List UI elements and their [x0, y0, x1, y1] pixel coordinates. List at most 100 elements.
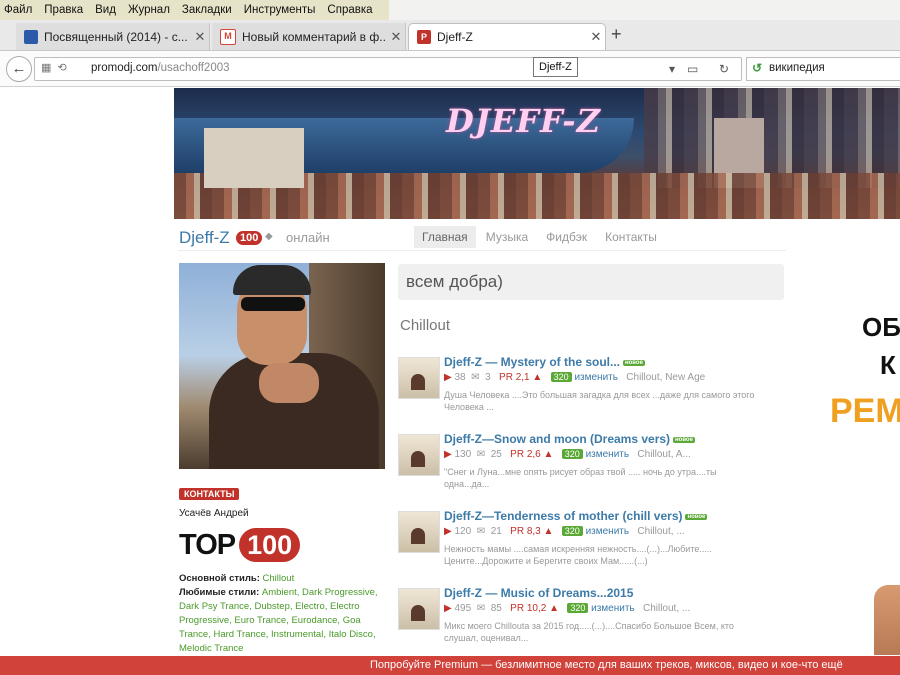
tab-label: Посвященный (2014) - с...	[44, 29, 188, 44]
comment-icon: ✉	[476, 449, 486, 460]
play-count: 495	[454, 603, 472, 614]
bitrate-badge: 320	[550, 372, 572, 382]
menu-help[interactable]: Справка	[327, 0, 372, 20]
track-title[interactable]: Djeff-Z—Snow and moon (Dreams vers) новое	[444, 432, 695, 446]
track-title-text[interactable]: Djeff-Z — Music of Dreams...2015	[444, 586, 633, 600]
tab-feedback[interactable]: Фидбэк	[538, 226, 595, 248]
play-icon[interactable]: ▶	[444, 372, 452, 383]
back-arrow-icon[interactable]: ←	[6, 56, 32, 82]
track-cover[interactable]	[398, 511, 440, 553]
track-title[interactable]: Djeff-Z — Music of Dreams...2015	[444, 586, 633, 600]
tab-label: Новый комментарий в ф...	[242, 29, 387, 44]
menu-bookmarks[interactable]: Закладки	[182, 0, 232, 20]
track-stats: ▶ 38 ✉ 3 PR 2,1 ▲ 320 изменить Chillout,…	[444, 372, 705, 383]
track-title-text[interactable]: Djeff-Z—Tenderness of mother (chill vers…	[444, 509, 682, 523]
track-stats: ▶ 130 ✉ 25 PR 2,6 ▲ 320 изменить Chillou…	[444, 449, 691, 460]
track-cover[interactable]	[398, 434, 440, 476]
play-count: 130	[454, 449, 472, 460]
divider	[178, 250, 786, 251]
banner-building	[204, 128, 304, 188]
track-genre[interactable]: Chillout, ...	[637, 526, 684, 537]
profile-tabs: Главная Музыка Фидбэк Контакты	[414, 226, 667, 248]
track-cover[interactable]	[398, 588, 440, 630]
main-style-link[interactable]: Chillout	[263, 573, 295, 584]
menu-edit[interactable]: Правка	[44, 0, 83, 20]
profile-name[interactable]: Djeff-Z	[179, 228, 230, 248]
tab-posvyashchennyy[interactable]: Посвященный (2014) - с... ✕	[16, 23, 210, 50]
track-stats: ▶ 495 ✉ 85 PR 10,2 ▲ 320 изменить Chillo…	[444, 603, 690, 614]
tab-bar: Посвященный (2014) - с... ✕ M Новый комм…	[0, 20, 900, 51]
profile-photo[interactable]	[179, 263, 385, 469]
edit-link[interactable]: изменить	[586, 449, 630, 460]
track-genre[interactable]: Chillout, A...	[637, 449, 690, 460]
premium-bar[interactable]: Попробуйте Premium — безлимитное место д…	[0, 656, 900, 675]
tab-contacts[interactable]: Контакты	[597, 226, 665, 248]
tab-djeff-z[interactable]: P Djeff-Z ✕	[408, 23, 606, 50]
track-title-text[interactable]: Djeff-Z—Snow and moon (Dreams vers)	[444, 432, 670, 446]
pr-rating: PR 2,6 ▲	[510, 449, 554, 460]
track-genre[interactable]: Chillout, ...	[643, 603, 690, 614]
track-genre[interactable]: Chillout, New Age	[626, 372, 705, 383]
film-icon	[24, 29, 38, 44]
menu-view[interactable]: Вид	[95, 0, 116, 20]
track-title-text[interactable]: Djeff-Z — Mystery of the soul...	[444, 355, 620, 369]
track-cover[interactable]	[398, 357, 440, 399]
photo-glasses	[241, 297, 305, 311]
edit-link[interactable]: изменить	[574, 372, 618, 383]
photo-hand	[259, 363, 319, 403]
bitrate-badge: 320	[567, 603, 589, 613]
play-icon[interactable]: ▶	[444, 526, 452, 537]
reload-icon[interactable]: ↻	[719, 62, 729, 76]
play-count: 120	[454, 526, 472, 537]
edit-link[interactable]: изменить	[586, 526, 630, 537]
track-title[interactable]: Djeff-Z — Mystery of the soul... новое	[444, 355, 645, 369]
new-badge: новое	[685, 513, 708, 520]
pr-rating: PR 10,2 ▲	[510, 603, 559, 614]
page-info-icon[interactable]: ▦ ⟲	[41, 61, 67, 74]
fav-styles-label: Любимые стили:	[179, 587, 260, 598]
track-title[interactable]: Djeff-Z—Tenderness of mother (chill vers…	[444, 509, 708, 523]
ad-banner[interactable]: ОБ К РЕМ	[830, 300, 900, 660]
search-bar[interactable]: ↺ википедия	[746, 57, 900, 81]
promodj-icon: P	[417, 30, 431, 44]
url-tooltip: Djeff-Z	[533, 57, 578, 77]
tab-gmail[interactable]: M Новый комментарий в ф... ✕	[212, 23, 406, 50]
close-icon[interactable]: ✕	[191, 29, 209, 45]
comment-count: 21	[490, 526, 502, 537]
dropdown-icon[interactable]: ▾	[669, 62, 675, 76]
premium-text[interactable]: Попробуйте Premium — безлимитное место д…	[370, 656, 843, 675]
url-host: promodj.com	[91, 62, 158, 74]
photo-cap	[233, 265, 311, 295]
menu-history[interactable]: Журнал	[128, 0, 170, 20]
search-engine-icon[interactable]: ↺	[752, 61, 762, 75]
track-stats: ▶ 120 ✉ 21 PR 8,3 ▲ 320 изменить Chillou…	[444, 526, 685, 537]
top100-badge[interactable]: TOP 100	[179, 528, 301, 562]
track-description: "Снег и Луна...мне опять рисует образ тв…	[444, 467, 717, 489]
status-message: всем добра)	[398, 264, 784, 300]
menu-tools[interactable]: Инструменты	[244, 0, 316, 20]
menu-bar: Файл Правка Вид Журнал Закладки Инструме…	[0, 0, 900, 20]
search-engine-label: википедия	[769, 62, 825, 74]
play-icon[interactable]: ▶	[444, 449, 452, 460]
reader-icon[interactable]: ▭	[687, 62, 698, 76]
edit-link[interactable]: изменить	[591, 603, 635, 614]
styles-block: Основной стиль: Chillout Любимые стили: …	[179, 572, 379, 656]
track-item: Djeff-Z — Mystery of the soul... новое ▶ …	[398, 355, 788, 425]
tab-main[interactable]: Главная	[414, 226, 476, 248]
track-item: Djeff-Z—Snow and moon (Dreams vers) новое…	[398, 432, 788, 502]
contacts-badge[interactable]: КОНТАКТЫ	[179, 488, 240, 500]
new-tab-icon[interactable]: +	[611, 24, 622, 45]
online-status: онлайн	[286, 230, 330, 245]
ad-text-3: РЕМ	[830, 392, 900, 430]
close-icon[interactable]: ✕	[387, 29, 405, 45]
track-description: Нежность мамы ....самая искренняя нежнос…	[444, 544, 712, 566]
top-label: TOP	[179, 528, 236, 561]
close-icon[interactable]: ✕	[587, 29, 605, 45]
play-icon[interactable]: ▶	[444, 603, 452, 614]
url-path: /usachoff2003	[157, 62, 230, 74]
menu-file[interactable]: Файл	[4, 0, 32, 20]
bitrate-badge: 320	[561, 526, 583, 536]
rank-badge[interactable]: 100	[236, 231, 263, 245]
tab-music[interactable]: Музыка	[478, 226, 536, 248]
url-bar[interactable]: ▦ ⟲ promodj.com/usachoff2003 ▾ ▭ ↻	[34, 57, 742, 81]
